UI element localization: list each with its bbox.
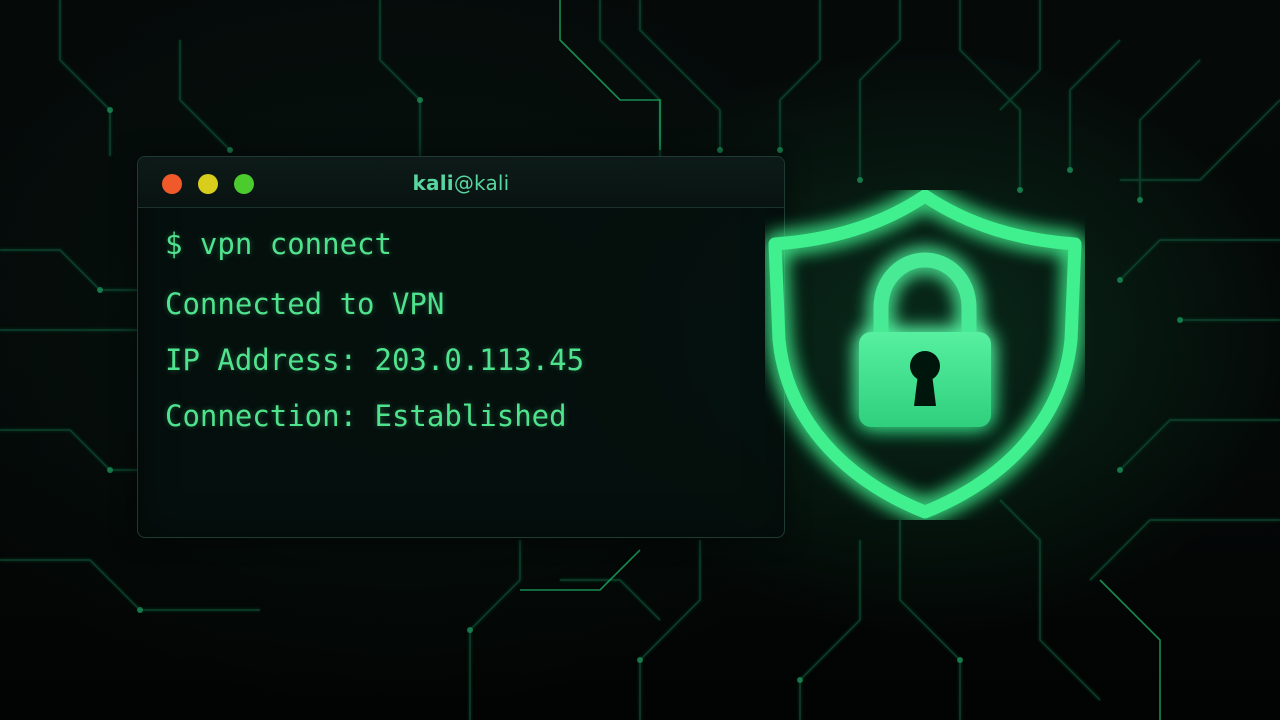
output-line-connection: Connection: Established [165, 399, 567, 433]
output-line-status: Connected to VPN [165, 287, 445, 321]
padlock-icon [859, 252, 991, 427]
command-line: $ vpn connect [165, 227, 392, 261]
terminal-window[interactable]: kali@kali $ vpn connect Connected to VPN… [137, 156, 785, 538]
output-line-ip: IP Address: 203.0.113.45 [165, 343, 585, 377]
terminal-title: kali@kali [138, 171, 784, 195]
title-host: @kali [453, 171, 510, 195]
title-user: kali [412, 171, 454, 195]
terminal-titlebar[interactable]: kali@kali [138, 157, 784, 208]
shield-icon [765, 189, 1085, 520]
